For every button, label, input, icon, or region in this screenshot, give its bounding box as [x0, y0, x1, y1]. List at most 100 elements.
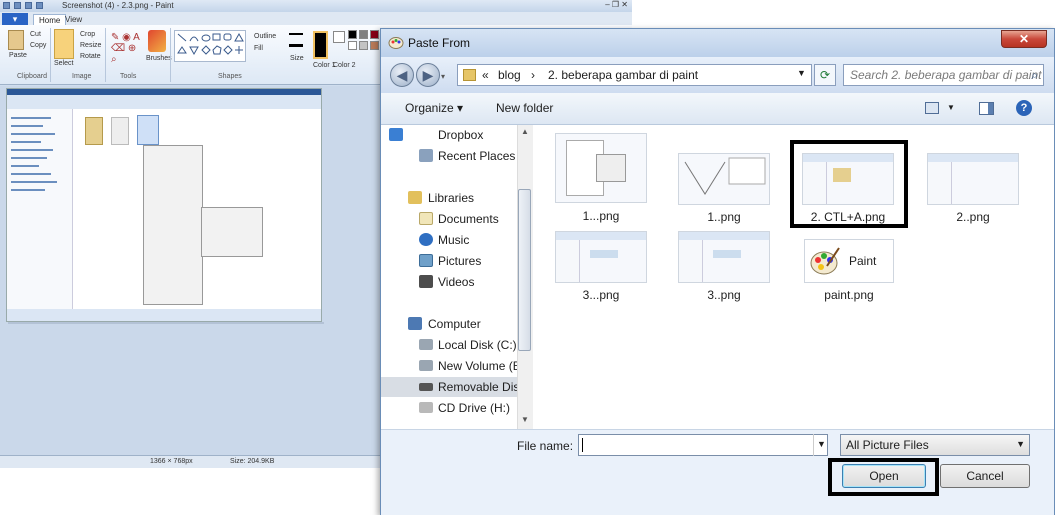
recent-places-icon [419, 149, 433, 162]
tools-icons[interactable]: ✎ ◉ A ⌫ ⊕ ⌕ [111, 32, 141, 65]
search-icon[interactable]: ⌕ [1031, 68, 1038, 83]
size-icon[interactable] [289, 33, 303, 47]
recent-locations-dropdown[interactable]: ▾ [441, 72, 445, 81]
group-label-shapes: Shapes [218, 73, 242, 80]
shapes-gallery[interactable] [174, 30, 246, 62]
file-name-field[interactable] [578, 434, 828, 456]
breadcrumb-separator[interactable]: › [531, 68, 535, 82]
rotate-label[interactable]: Rotate [80, 53, 101, 60]
undo-icon[interactable] [25, 2, 32, 9]
file-type-value: All Picture Files [846, 438, 929, 452]
breadcrumb-blog[interactable]: blog [498, 68, 521, 82]
thumb-shape [928, 162, 952, 204]
brushes-icon[interactable] [148, 30, 166, 52]
tab-view[interactable]: View [60, 14, 87, 25]
paint-window-controls[interactable]: – ❐ ✕ [605, 0, 628, 9]
color2-label[interactable]: Color 2 [333, 62, 356, 69]
palette-swatch[interactable] [359, 30, 368, 39]
outline-label[interactable]: Outline [254, 33, 276, 40]
palette-swatch[interactable] [370, 41, 379, 50]
brushes-label[interactable]: Brushes [146, 55, 172, 62]
sidebar-item-videos[interactable]: Videos [381, 272, 517, 292]
back-button[interactable]: ◀ [390, 63, 414, 87]
thumb-shape [928, 154, 1018, 162]
paint-canvas[interactable] [6, 88, 322, 322]
paint-app-icon[interactable] [3, 2, 10, 9]
refresh-button[interactable]: ⟳ [814, 64, 836, 86]
palette-swatch[interactable] [359, 41, 368, 50]
color1-swatch[interactable] [313, 31, 328, 59]
select-button[interactable] [54, 29, 74, 59]
palette-swatch[interactable] [348, 30, 357, 39]
sidebar-item-dropbox[interactable]: Dropbox [381, 125, 517, 145]
file-item[interactable]: 2..png [927, 153, 1037, 225]
paint-app-icon [388, 36, 404, 50]
sidebar-item-recent-places[interactable]: Recent Places [381, 146, 517, 166]
canvas-image-toolbar [7, 95, 321, 109]
sidebar-item-music[interactable]: Music [381, 230, 517, 250]
paint-menu-button[interactable]: ▾ [2, 13, 28, 25]
scroll-down-icon[interactable]: ▼ [521, 415, 529, 424]
sidebar-item-libraries[interactable]: Libraries [381, 188, 517, 208]
sidebar-item-cd-drive[interactable]: CD Drive (H:) [381, 398, 517, 418]
canvas-image-file [111, 117, 129, 145]
file-item[interactable]: 3..png [678, 231, 788, 303]
breadcrumb-overflow[interactable]: « [482, 68, 489, 82]
sidebar-item-local-disk[interactable]: Local Disk (C:) [381, 335, 517, 355]
file-name-label: paint.png [824, 288, 874, 302]
scroll-thumb[interactable] [518, 189, 531, 351]
select-label[interactable]: Select [54, 60, 73, 67]
fill-label[interactable]: Fill [254, 45, 263, 52]
file-thumbnail [802, 153, 894, 205]
new-folder-button[interactable]: New folder [496, 101, 553, 115]
organize-button[interactable]: Organize ▾ [405, 101, 463, 115]
open-button[interactable]: Open [842, 464, 926, 488]
sidebar-item-new-volume[interactable]: New Volume (E:) [381, 356, 517, 376]
file-name-dropdown-icon[interactable]: ▼ [813, 434, 829, 456]
file-item[interactable]: Paint paint.png [804, 239, 914, 303]
sidebar-item-documents[interactable]: Documents [381, 209, 517, 229]
change-view-icon[interactable] [925, 102, 939, 114]
dialog-title-bar: Paste From ✕ [381, 29, 1054, 57]
sidebar-item-removable-disk[interactable]: Removable Disk [381, 377, 517, 397]
scroll-up-icon[interactable]: ▲ [521, 127, 529, 136]
crop-label[interactable]: Crop [80, 31, 95, 38]
file-thumbnail [555, 231, 647, 283]
address-bar[interactable]: « blog › 2. beberapa gambar di paint ▼ [457, 64, 812, 86]
text-caret [582, 438, 583, 452]
new-volume-icon [419, 360, 433, 371]
palette-swatch[interactable] [370, 30, 379, 39]
file-type-select[interactable]: All Picture Files ▼ [840, 434, 1030, 456]
thumb-shape [556, 232, 646, 240]
palette-swatch[interactable] [348, 41, 357, 50]
color2-swatch[interactable] [333, 31, 345, 43]
copy-label[interactable]: Copy [30, 42, 46, 49]
status-image-dims: 1366 × 768px [150, 458, 193, 465]
file-item[interactable]: 3...png [555, 231, 665, 303]
file-item[interactable]: 1...png [555, 133, 665, 225]
address-dropdown[interactable]: ▼ [797, 68, 806, 78]
paste-icon[interactable] [8, 30, 24, 50]
breadcrumb-current-folder[interactable]: 2. beberapa gambar di paint [548, 68, 698, 82]
paste-label[interactable]: Paste [9, 52, 27, 59]
help-icon[interactable]: ? [1016, 100, 1032, 116]
quick-save-icon[interactable] [14, 2, 21, 9]
sidebar-item-pictures[interactable]: Pictures [381, 251, 517, 271]
canvas-image-submenu [201, 207, 263, 257]
preview-pane-icon[interactable] [979, 102, 994, 115]
view-options-dropdown[interactable]: ▼ [947, 103, 955, 112]
pictures-icon [419, 254, 433, 267]
cut-label[interactable]: Cut [30, 31, 41, 38]
cancel-button[interactable]: Cancel [940, 464, 1030, 488]
file-item[interactable]: 2. CTL+A.png [802, 153, 912, 225]
forward-button[interactable]: ▶ [416, 63, 440, 87]
search-input[interactable]: Search 2. beberapa gambar di paint ⌕ [843, 64, 1044, 86]
resize-label[interactable]: Resize [80, 42, 101, 49]
redo-icon[interactable] [36, 2, 43, 9]
thumb-shape [679, 240, 703, 282]
sidebar-item-computer[interactable]: Computer [381, 314, 517, 334]
file-item[interactable]: 1..png [678, 153, 788, 225]
size-label[interactable]: Size [290, 55, 304, 62]
close-button[interactable]: ✕ [1001, 30, 1047, 48]
sidebar-item-label: Local Disk (C:) [438, 338, 517, 352]
